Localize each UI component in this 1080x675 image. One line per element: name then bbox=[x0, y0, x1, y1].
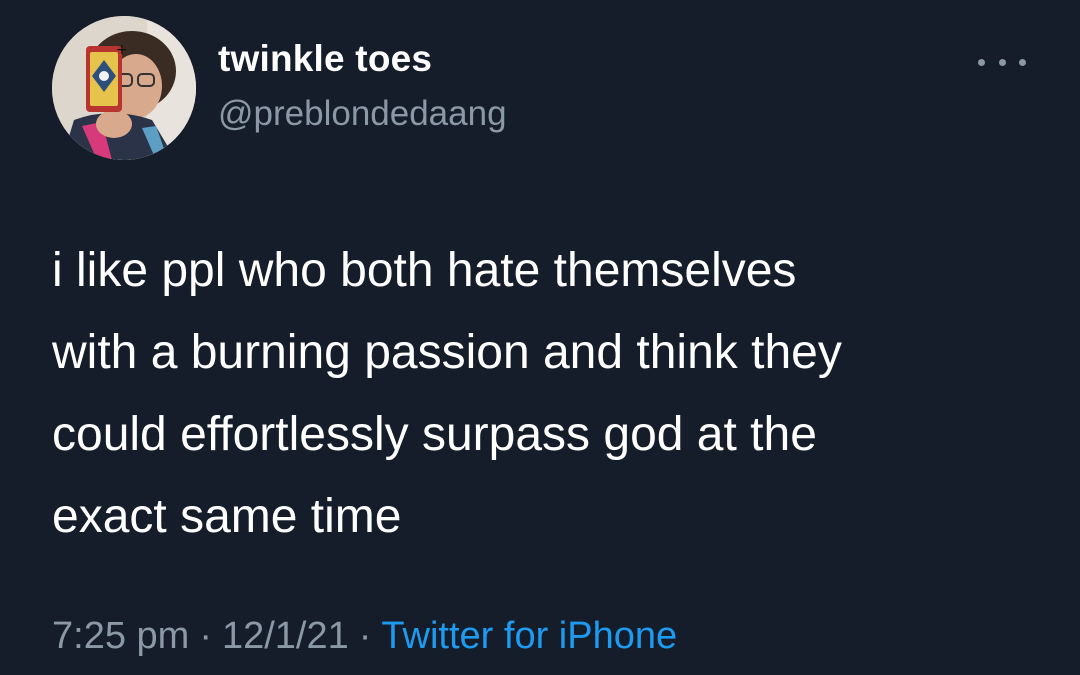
avatar[interactable]: + bbox=[52, 16, 196, 160]
tweet-text-line: exact same time bbox=[52, 490, 402, 543]
tweet-card: + twinkle toes @preblondedaang i like pp… bbox=[0, 0, 1080, 675]
avatar-image: + bbox=[52, 16, 196, 160]
more-dot bbox=[998, 58, 1006, 66]
tweet-time[interactable]: 7:25 pm bbox=[52, 615, 189, 657]
meta-separator: · bbox=[199, 615, 212, 657]
more-dot bbox=[1019, 58, 1026, 66]
tweet-text: i like ppl who both hate themselves with… bbox=[52, 230, 1042, 558]
tweet-text-line: i like ppl who both hate themselves bbox=[52, 244, 797, 297]
svg-text:+: + bbox=[116, 42, 128, 58]
tweet-source-link[interactable]: Twitter for iPhone bbox=[381, 615, 677, 657]
more-dot bbox=[978, 58, 985, 66]
tweet-text-line: could effortlessly surpass god at the bbox=[52, 408, 817, 461]
tweet-meta: 7:25 pm · 12/1/21 · Twitter for iPhone bbox=[52, 615, 677, 658]
more-options-icon[interactable] bbox=[978, 54, 1026, 70]
tweet-date[interactable]: 12/1/21 bbox=[222, 615, 349, 657]
meta-separator: · bbox=[358, 615, 372, 657]
tweet-text-line: with a burning passion and think they bbox=[52, 326, 842, 379]
author-handle[interactable]: @preblondedaang bbox=[218, 94, 507, 134]
author-display-name[interactable]: twinkle toes bbox=[218, 38, 432, 80]
